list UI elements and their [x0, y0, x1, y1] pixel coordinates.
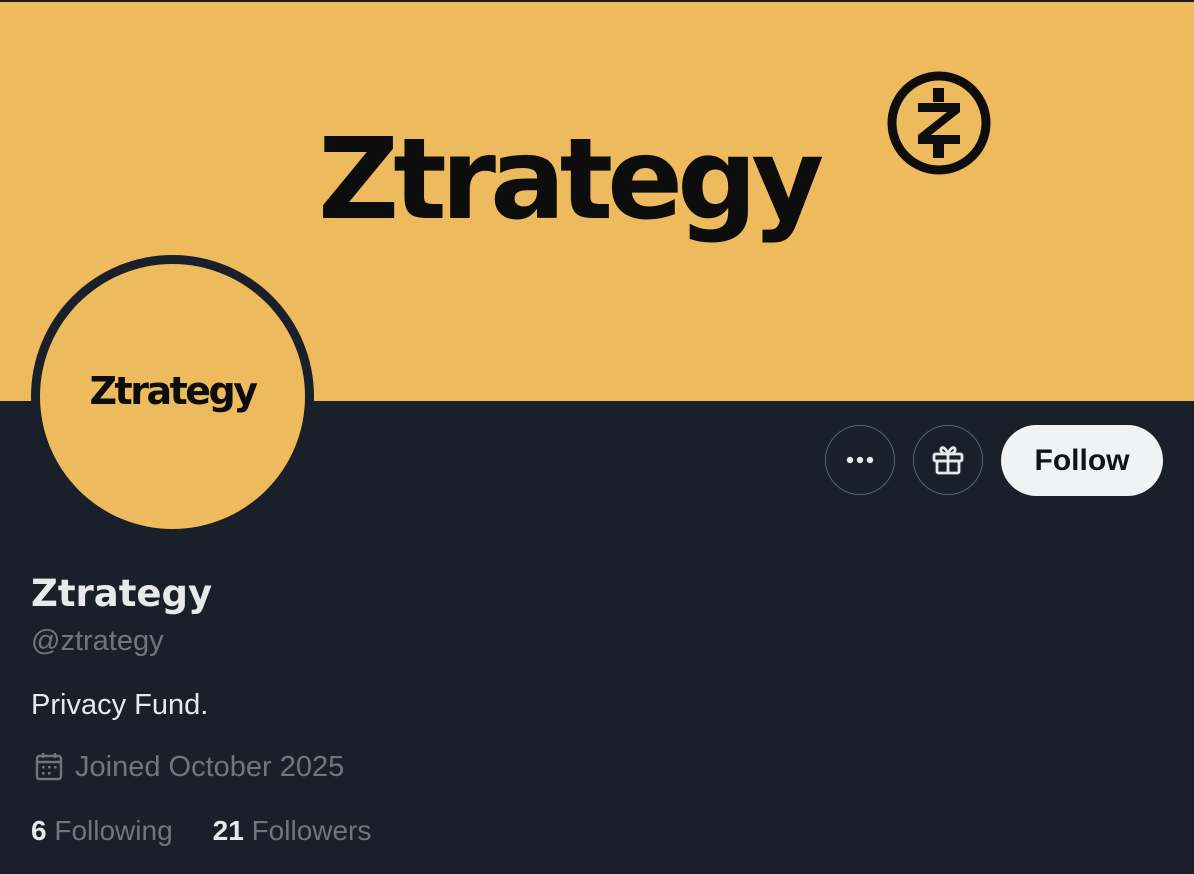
gift-icon [932, 446, 964, 475]
following-link[interactable]: 6 Following [31, 813, 173, 849]
profile-bio: Privacy Fund. [31, 689, 209, 721]
banner-logo-wordmark: Ztrategy [318, 115, 824, 245]
follow-button[interactable]: Follow [1001, 425, 1163, 496]
more-options-button[interactable] [825, 425, 895, 495]
followers-link[interactable]: 21 Followers [213, 813, 372, 849]
calendar-icon [35, 753, 63, 781]
following-label: Following [54, 815, 173, 846]
followers-count: 21 [212, 815, 244, 846]
profile-avatar[interactable]: Ztrategy [31, 255, 314, 538]
avatar-image: Ztrategy [40, 264, 305, 529]
gift-button[interactable] [913, 425, 983, 495]
profile-stats: 6 Following 21 Followers [31, 813, 371, 849]
joined-date: Joined October 2025 [33, 749, 344, 785]
followers-label: Followers [251, 815, 372, 846]
zcash-logo-icon [887, 71, 991, 175]
more-horizontal-icon [846, 456, 874, 464]
profile-display-name: Ztrategy [31, 572, 213, 615]
avatar-logo-wordmark: Ztrategy [89, 368, 258, 413]
profile-handle: @ztrategy [31, 625, 164, 657]
following-count: 6 [31, 815, 47, 846]
joined-date-text: Joined October 2025 [75, 751, 345, 783]
